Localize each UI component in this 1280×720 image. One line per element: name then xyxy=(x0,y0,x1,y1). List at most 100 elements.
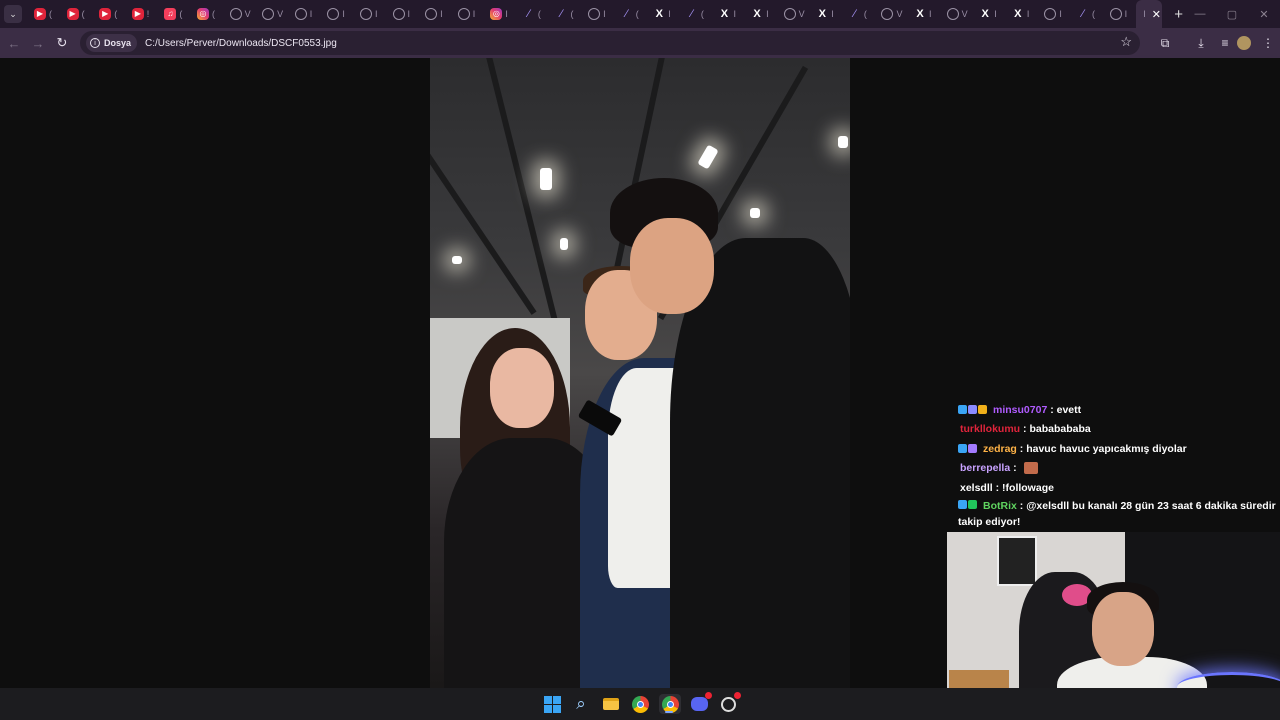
reading-list-icon[interactable]: ≡ xyxy=(1213,36,1237,50)
chat-username: turkllokumu xyxy=(960,423,1021,436)
site-info-chip[interactable]: i Dosya xyxy=(86,34,138,52)
tab-1[interactable]: ▶( xyxy=(61,0,94,28)
tab-22[interactable]: XI xyxy=(745,0,778,28)
tab-12[interactable]: I xyxy=(419,0,452,28)
tab-29[interactable]: XI xyxy=(973,0,1006,28)
tab-16[interactable]: ∕( xyxy=(550,0,583,28)
globe-icon xyxy=(327,8,340,20)
instagram-icon: ◎ xyxy=(196,8,209,20)
chat-message: minsu0707 : evett xyxy=(958,400,1276,420)
minimize-button[interactable]: — xyxy=(1184,8,1216,20)
tab-24[interactable]: XI xyxy=(810,0,843,28)
chat-separator: : xyxy=(1047,403,1057,416)
file-explorer-icon[interactable] xyxy=(601,694,621,714)
chrome-icon[interactable] xyxy=(630,694,650,714)
back-button[interactable]: ← xyxy=(2,36,26,51)
tab-26[interactable]: V xyxy=(875,0,908,28)
tab-title: ( xyxy=(49,9,52,19)
forward-button[interactable]: → xyxy=(26,36,50,51)
chat-separator: : xyxy=(1016,442,1027,455)
tab-2[interactable]: ▶( xyxy=(93,0,126,28)
tab-8[interactable]: I xyxy=(289,0,322,28)
tab-title: ( xyxy=(863,9,867,19)
site-info-label: Dosya xyxy=(104,38,132,48)
tab-14[interactable]: ◎ I xyxy=(484,0,517,28)
tab-title: ( xyxy=(1092,9,1095,19)
globe-icon xyxy=(359,8,372,20)
chat-username: berrepella xyxy=(960,462,1011,475)
tab-0[interactable]: ▶( xyxy=(28,0,61,28)
tab-title: V xyxy=(277,9,284,19)
bookmark-star-icon[interactable]: ☆ xyxy=(1120,34,1132,50)
tab-title: I xyxy=(831,9,834,19)
discord-icon[interactable] xyxy=(689,692,712,714)
tab-7[interactable]: V xyxy=(256,0,289,28)
tab-19[interactable]: XI xyxy=(647,0,680,28)
tab-23[interactable]: V xyxy=(778,0,811,28)
tab-13[interactable]: I xyxy=(452,0,485,28)
quill-icon: ∕ xyxy=(625,7,628,20)
chat-text: evett xyxy=(1056,403,1082,416)
tab-31[interactable]: I xyxy=(1038,0,1071,28)
x-icon: X xyxy=(1014,7,1022,20)
close-tab-icon[interactable]: ✕ xyxy=(1152,8,1161,21)
tab-9[interactable]: I xyxy=(321,0,354,28)
start-button[interactable] xyxy=(542,694,562,714)
tab-title: I xyxy=(603,9,606,19)
chrome-active-icon[interactable] xyxy=(659,694,681,714)
chat-username: minsu0707 xyxy=(993,403,1048,416)
profile-avatar[interactable] xyxy=(1237,36,1251,50)
tab-10[interactable]: I xyxy=(354,0,387,28)
photo xyxy=(430,58,850,688)
badge-icon xyxy=(958,405,967,415)
youtube-icon: ▶ xyxy=(66,8,79,20)
tab-27[interactable]: XI xyxy=(908,0,941,28)
tab-17[interactable]: I xyxy=(582,0,615,28)
chat-text: havuc havuc yapıcakmış diyolar xyxy=(1026,442,1187,455)
chat-separator: : xyxy=(1016,499,1027,512)
notification-badge xyxy=(705,692,712,699)
search-icon[interactable]: ⌕ xyxy=(571,694,591,714)
tab-title: I xyxy=(929,9,932,19)
tab-15[interactable]: ∕( xyxy=(517,0,550,28)
globe-icon xyxy=(783,8,796,20)
maximize-button[interactable]: ▢ xyxy=(1216,8,1248,21)
app-icon[interactable] xyxy=(718,692,741,714)
tab-28[interactable]: V xyxy=(941,0,974,28)
download-icon[interactable]: ⤓ xyxy=(1189,36,1213,51)
tab-4[interactable]: ♫( xyxy=(158,0,191,28)
tab-6[interactable]: V xyxy=(224,0,257,28)
tab-25[interactable]: ∕( xyxy=(843,0,876,28)
tab-11[interactable]: I xyxy=(387,0,420,28)
reload-button[interactable]: ↻ xyxy=(50,35,74,51)
chat-badges xyxy=(958,405,988,415)
browser-toolbar: ← → ↻ i Dosya C:/Users/Perver/Downloads/… xyxy=(0,28,1280,58)
tab-title: I xyxy=(1124,9,1128,19)
url-text[interactable]: C:/Users/Perver/Downloads/DSCF0553.jpg xyxy=(145,38,337,49)
tab-30[interactable]: XI xyxy=(1006,0,1039,28)
extensions-icon[interactable]: ⧉ xyxy=(1153,36,1177,51)
tab-21[interactable]: XI xyxy=(712,0,745,28)
tab-title: ( xyxy=(211,9,215,19)
windows-icon xyxy=(543,695,561,713)
tab-search-button[interactable]: ⌄ xyxy=(4,5,22,23)
tab-33[interactable]: I xyxy=(1104,0,1137,28)
badge-icon xyxy=(958,444,967,454)
menu-icon[interactable]: ⋮ xyxy=(1256,36,1280,50)
address-bar[interactable]: i Dosya C:/Users/Perver/Downloads/DSCF05… xyxy=(80,31,1140,55)
chat-separator: : xyxy=(1010,462,1020,475)
x-icon: X xyxy=(720,7,729,20)
poster xyxy=(997,536,1037,586)
tab-20[interactable]: ∕( xyxy=(680,0,713,28)
new-tab-button[interactable]: + xyxy=(1174,6,1183,23)
tab-18[interactable]: ∕( xyxy=(615,0,648,28)
chat-text: bababababa xyxy=(1029,423,1091,436)
tab-3[interactable]: ▶! xyxy=(126,0,159,28)
tab-5[interactable]: ◎( xyxy=(191,0,224,28)
tab-32[interactable]: ∕( xyxy=(1071,0,1104,28)
globe-icon xyxy=(229,8,242,20)
tab-title: ( xyxy=(114,9,118,19)
tab-active[interactable]: I ✕ xyxy=(1136,0,1163,28)
tab-title: ( xyxy=(635,9,639,19)
close-window-button[interactable]: ✕ xyxy=(1248,8,1280,21)
